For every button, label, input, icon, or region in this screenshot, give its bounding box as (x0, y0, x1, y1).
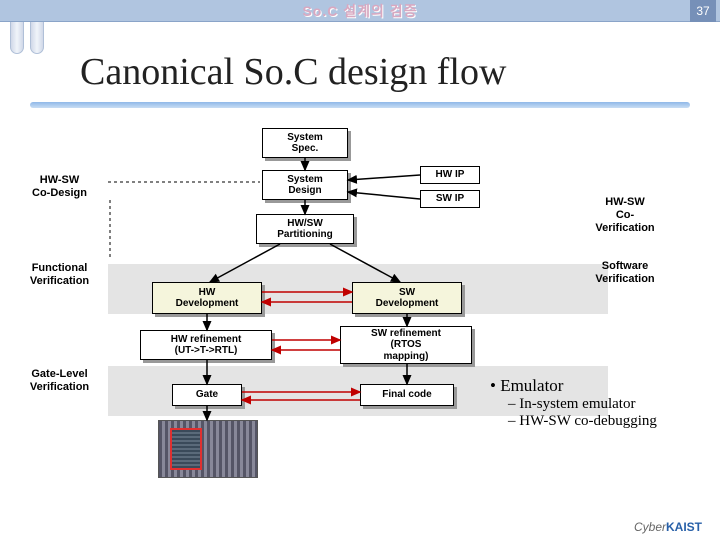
box-system-design: System Design (262, 170, 348, 200)
box-system-spec: System Spec. (262, 128, 348, 158)
box-sw-ip: SW IP (420, 190, 480, 208)
box-final-code: Final code (360, 384, 454, 406)
box-partitioning: HW/SW Partitioning (256, 214, 354, 244)
box-hw-ip: HW IP (420, 166, 480, 184)
sub-bullet-codebug: HW-SW co-debugging (508, 413, 710, 430)
label-codesign: HW-SW Co-Design (12, 174, 107, 200)
header-title: So.C 설계의 검증 (302, 1, 417, 21)
box-sw-refinement: SW refinement (RTOS mapping) (340, 326, 472, 364)
sub-bullet-insystem: In-system emulator (508, 396, 710, 413)
bullet-emulator: Emulator (490, 376, 710, 396)
header-bar: So.C 설계의 검증 37 (0, 0, 720, 22)
footer-logo: CyberKAIST (634, 520, 702, 534)
label-gate-verification: Gate-Level Verification (12, 368, 107, 394)
chip-highlight (170, 428, 202, 470)
bullets-block: Emulator In-system emulator HW-SW co-deb… (490, 376, 710, 430)
decorative-tabs (10, 22, 44, 54)
box-gate: Gate (172, 384, 242, 406)
page-number: 37 (690, 0, 716, 22)
label-software-verification: Software Verification (580, 260, 670, 286)
slide-title: Canonical So.C design flow (80, 50, 506, 94)
label-co-verification: HW-SW Co- Verification (580, 196, 670, 236)
logo-prefix: Cyber (634, 520, 666, 534)
box-sw-dev: SW Development (352, 282, 462, 314)
title-underline (30, 102, 690, 108)
arrows-layer (0, 110, 720, 540)
box-hw-dev: HW Development (152, 282, 262, 314)
box-hw-refinement: HW refinement (UT->T->RTL) (140, 330, 272, 360)
logo-suffix: KAIST (666, 520, 702, 534)
flow-diagram: HW-SW Co-Design Functional Verification … (0, 110, 720, 540)
label-functional-verification: Functional Verification (12, 262, 107, 288)
